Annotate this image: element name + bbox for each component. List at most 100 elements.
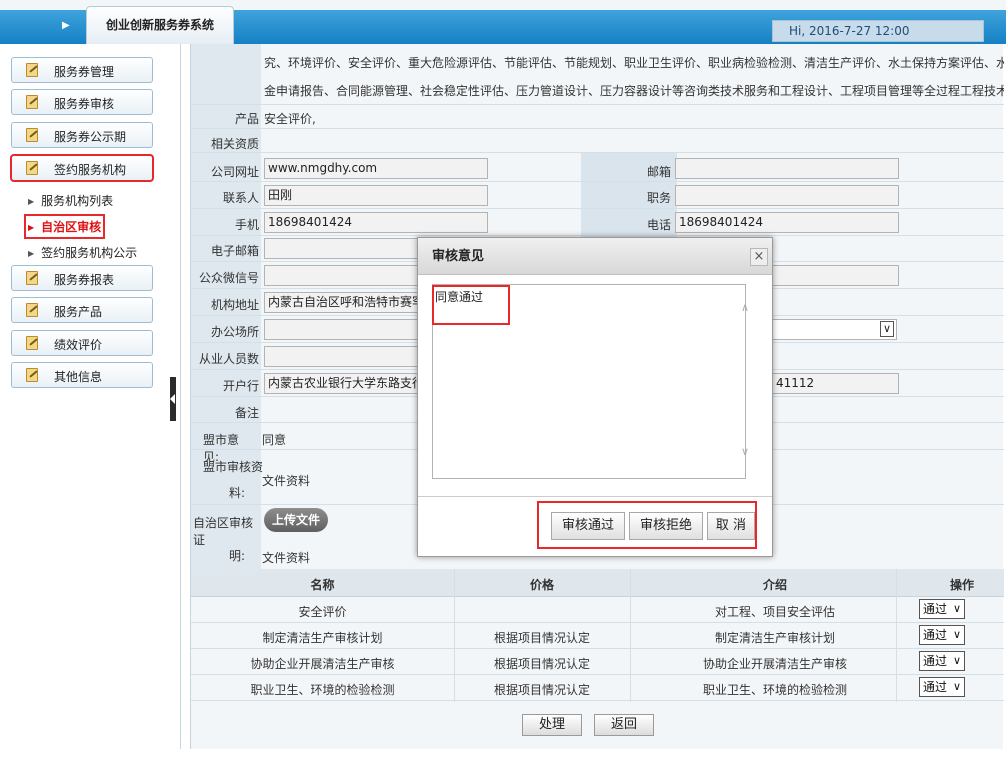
dialog-divider <box>418 496 772 497</box>
scroll-up-icon[interactable]: ∧ <box>741 301 749 314</box>
subitem-agency-publicity[interactable]: ▶ 签约服务机构公示 <box>28 244 137 261</box>
document-edit-icon <box>26 128 38 142</box>
website-field[interactable]: www.nmgdhy.com <box>264 158 488 179</box>
sidebar-item-label: 服务券审核 <box>54 97 115 111</box>
sidebar-item-voucher-reports[interactable]: 服务券报表 <box>11 265 153 291</box>
cell-intro: 协助企业开展清洁生产审核 <box>702 657 847 671</box>
cell-name: 协助企业开展清洁生产审核 <box>250 657 395 671</box>
row-divider <box>191 208 1004 209</box>
select-value: 通过 <box>923 628 948 642</box>
divider <box>180 44 181 749</box>
triangle-right-icon: ▶ <box>28 197 35 206</box>
league-material-label: 盟市审核资 <box>203 460 264 474</box>
subitem-label: 自治区审核 <box>41 220 102 234</box>
service-scope-line2: 金申请报告、合同能源管理、社会稳定性评估、压力管道设计、压力容器设计等咨询类技术… <box>264 84 1004 98</box>
product-label: 产品 <box>234 112 259 126</box>
cancel-button[interactable]: 取 消 <box>707 512 755 540</box>
sidebar-item-label: 服务券报表 <box>54 273 115 287</box>
bank-label: 开户行 <box>222 379 259 393</box>
postcode-field[interactable] <box>675 158 899 179</box>
league-opinion-value: 同意 <box>262 433 287 447</box>
column-header-action: 操作 <box>949 578 974 592</box>
sidebar-item-voucher-review[interactable]: 服务券审核 <box>11 89 153 115</box>
website-label: 公司网址 <box>210 165 259 179</box>
sidebar: 服务券管理 服务券审核 服务券公示期 签约服务机构 ▶ 服务机构列表 ▶ 自治区审核… <box>0 44 170 758</box>
mobile-field[interactable]: 18698401424 <box>264 212 488 233</box>
sidebar-item-label: 服务产品 <box>54 305 103 319</box>
cell-price: 根据项目情况认定 <box>493 657 590 671</box>
highlight-box <box>432 285 510 325</box>
select-value: 通过 <box>923 680 948 694</box>
row-divider <box>191 152 1004 153</box>
sidebar-item-voucher-publicity[interactable]: 服务券公示期 <box>11 122 153 148</box>
document-edit-icon <box>26 336 38 350</box>
menu-toggle-icon[interactable]: ▶ <box>62 20 70 31</box>
sidebar-item-label: 其他信息 <box>54 370 103 384</box>
position-field[interactable] <box>675 185 899 206</box>
sidebar-item-label: 服务券管理 <box>54 65 115 79</box>
chevron-down-icon: ∨ <box>952 602 961 615</box>
reject-button[interactable]: 审核拒绝 <box>629 512 703 540</box>
contact-field[interactable]: 田刚 <box>264 185 488 206</box>
sidebar-collapse-handle[interactable] <box>170 377 176 421</box>
app-root: ▶ 创业创新服务券系统 Hi, 2016-7-27 12:00 服务券管理 服务… <box>0 0 1006 758</box>
chevron-down-icon: ∨ <box>880 321 894 337</box>
close-icon[interactable]: × <box>750 248 768 266</box>
chevron-down-icon: ∨ <box>952 680 961 693</box>
sidebar-item-label: 绩效评价 <box>54 338 103 352</box>
table-row: 安全评价 对工程、项目安全评估 通过 ∨ <box>191 597 1004 623</box>
column-header-intro: 介绍 <box>762 578 787 592</box>
row-action-select[interactable]: 通过 ∨ <box>919 651 965 671</box>
position-label: 职务 <box>646 191 671 205</box>
cell-name: 职业卫生、环境的检验检测 <box>250 683 395 697</box>
document-edit-icon <box>26 63 38 77</box>
address-label: 机构地址 <box>210 298 259 312</box>
cell-intro: 职业卫生、环境的检验检测 <box>702 683 847 697</box>
cell-name: 安全评价 <box>298 605 347 619</box>
greeting-datetime: Hi, 2016-7-27 12:00 <box>772 20 984 42</box>
upload-file-button[interactable]: 上传文件 <box>264 508 328 532</box>
service-scope-line1: 究、环境评价、安全评价、重大危险源评估、节能评估、节能规划、职业卫生评价、职业病… <box>264 56 1004 70</box>
back-button[interactable]: 返回 <box>594 714 654 736</box>
dialog-title[interactable]: 审核意见 <box>418 238 772 275</box>
row-action-select[interactable]: 通过 ∨ <box>919 625 965 645</box>
row-divider <box>191 181 1004 182</box>
cell-price: 根据项目情况认定 <box>493 631 590 645</box>
document-edit-icon <box>26 303 38 317</box>
app-title-tab[interactable]: 创业创新服务券系统 <box>86 6 234 44</box>
select-value: 通过 <box>923 654 948 668</box>
row-action-select[interactable]: 通过 ∨ <box>919 599 965 619</box>
document-edit-icon <box>26 368 38 382</box>
staff-label: 从业人员数 <box>198 352 259 366</box>
office-label: 办公场所 <box>210 325 259 339</box>
sidebar-item-other-info[interactable]: 其他信息 <box>11 362 153 388</box>
table-header: 名称 价格 介绍 操作 <box>191 569 1004 597</box>
league-material-value[interactable]: 文件资料 <box>262 472 310 489</box>
contact-label: 联系人 <box>222 191 259 205</box>
phone-label: 电话 <box>646 218 671 232</box>
sidebar-item-voucher-management[interactable]: 服务券管理 <box>11 57 153 83</box>
row-divider <box>191 235 1004 236</box>
sidebar-item-contracted-agencies[interactable]: 签约服务机构 <box>10 154 154 182</box>
subitem-agency-list[interactable]: ▶ 服务机构列表 <box>28 192 113 209</box>
cell-intro: 对工程、项目安全评估 <box>714 605 835 619</box>
cell-name: 制定清洁生产审核计划 <box>262 631 383 645</box>
column-header-price: 价格 <box>529 578 554 592</box>
scroll-down-icon[interactable]: ∨ <box>741 445 749 458</box>
phone-field[interactable]: 18698401424 <box>675 212 899 233</box>
sidebar-item-service-products[interactable]: 服务产品 <box>11 297 153 323</box>
region-cert-value[interactable]: 文件资料 <box>262 549 310 566</box>
chevron-down-icon: ∨ <box>952 628 961 641</box>
subitem-label: 签约服务机构公示 <box>41 246 138 260</box>
select-value: 通过 <box>923 602 948 616</box>
row-action-select[interactable]: 通过 ∨ <box>919 677 965 697</box>
postcode-label: 邮箱 <box>646 165 671 179</box>
subitem-region-review[interactable]: ▶ 自治区审核 <box>23 214 106 239</box>
account-value: 41112 <box>776 376 815 390</box>
row-divider <box>191 128 1004 129</box>
approve-button[interactable]: 审核通过 <box>551 512 625 540</box>
process-button[interactable]: 处理 <box>522 714 582 736</box>
triangle-right-icon: ▶ <box>28 249 35 258</box>
triangle-right-icon: ▶ <box>28 223 35 232</box>
sidebar-item-performance[interactable]: 绩效评价 <box>11 330 153 356</box>
